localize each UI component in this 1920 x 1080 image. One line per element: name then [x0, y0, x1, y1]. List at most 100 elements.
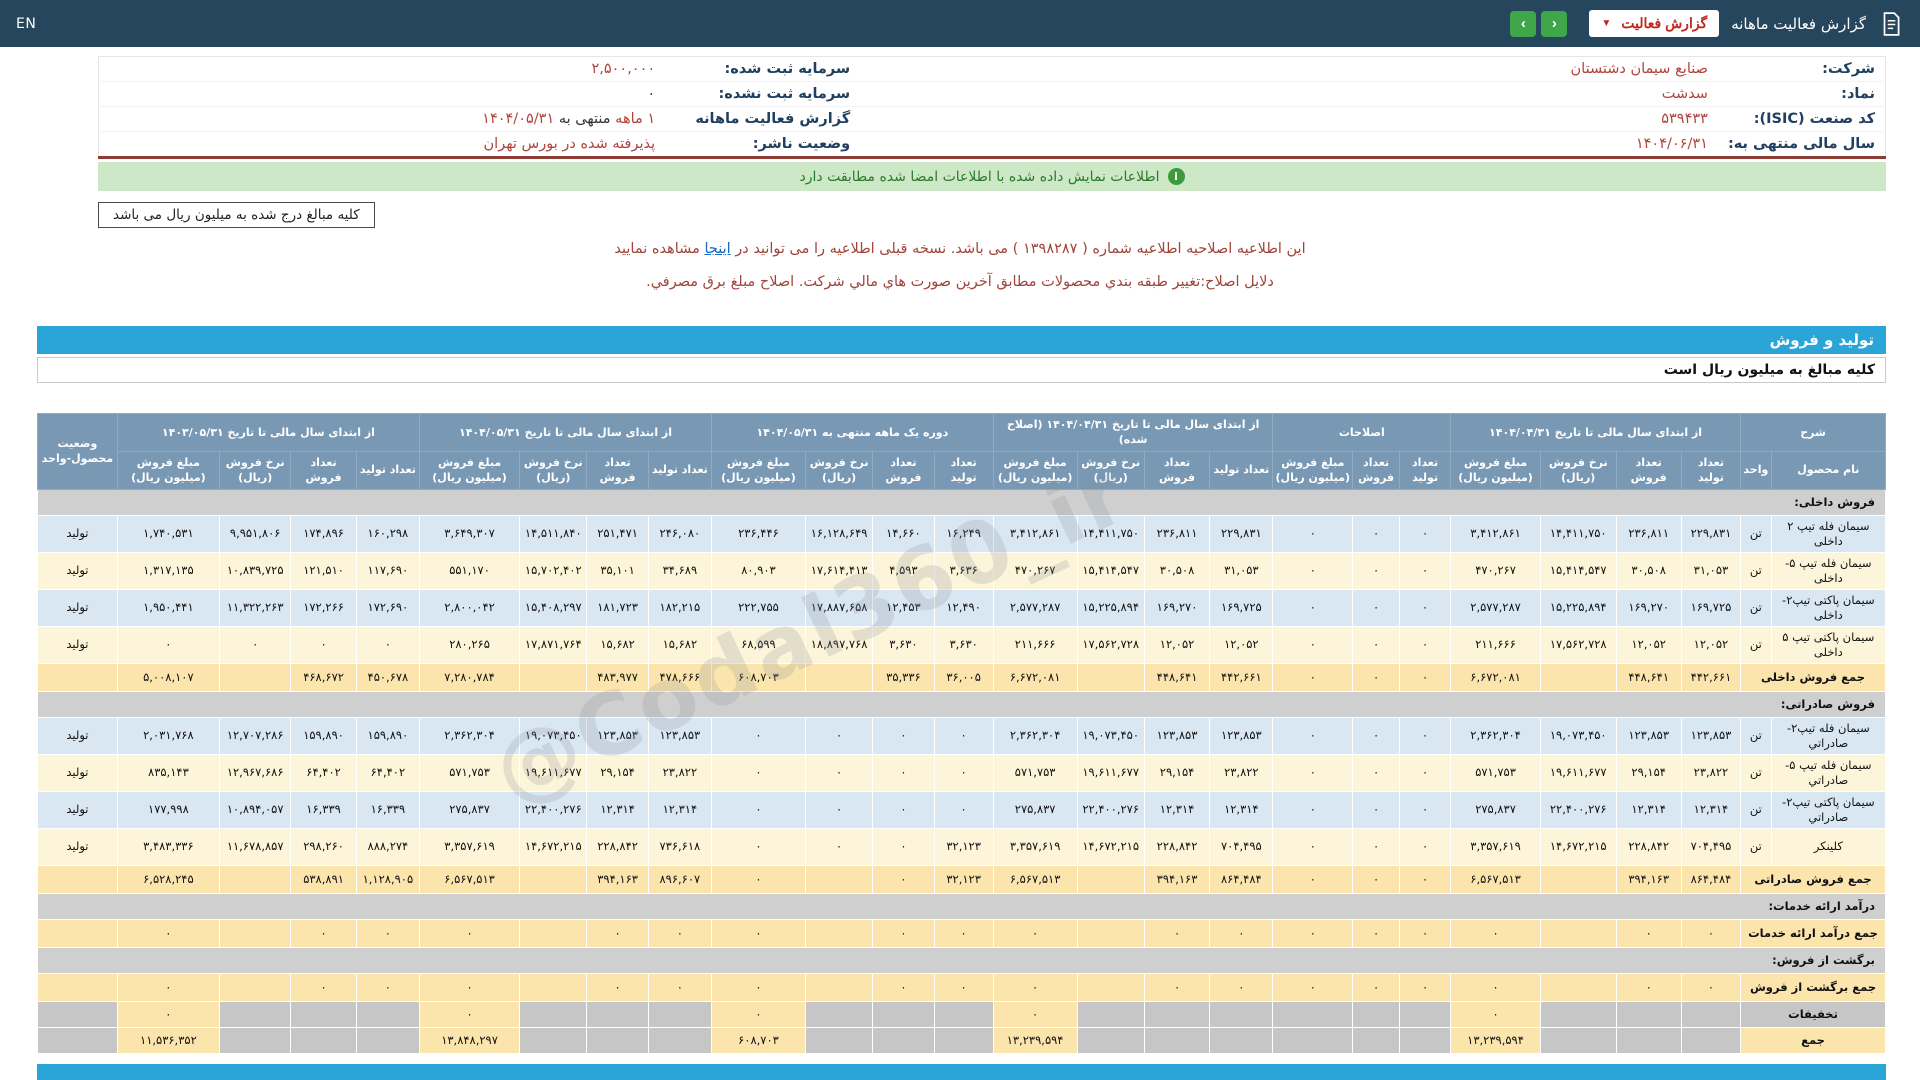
amendment-line1-post: مشاهده نمایید: [614, 241, 700, 257]
value-cell: [1143, 1026, 1211, 1054]
value-cell: ۰: [1272, 864, 1354, 894]
value-cell: ۳۶,۰۰۵: [933, 662, 994, 692]
value-cell: ۰: [116, 972, 220, 1002]
page-title: گزارش فعالیت ماهانه: [1731, 14, 1866, 33]
value-cell: ۰: [1352, 514, 1401, 553]
language-switch-en[interactable]: EN: [16, 16, 36, 32]
value-cell: ۳,۴۱۲,۸۶۱: [992, 514, 1078, 553]
value-cell: ۱۵,۴۱۴,۵۴۷: [1076, 551, 1145, 590]
subheader-sale-amount: مبلغ فروش (میلیون ریال): [116, 450, 220, 490]
value-cell: ۲۱۱,۶۶۶: [1450, 625, 1541, 664]
value-cell: ۱۶,۲۴۹: [933, 514, 994, 553]
value-cell: ۰: [419, 972, 521, 1002]
value-cell: ۱۲,۴۵۳: [872, 588, 935, 627]
value-cell: [1076, 972, 1145, 1002]
amendment-line2: دلایل اصلاح:تغییر طبقه بندي محصولات مطاب…: [646, 274, 1274, 290]
next-report-button[interactable]: ›: [1510, 10, 1537, 37]
value-cell: ۳۵,۱۰۱: [586, 551, 649, 590]
value-cell: ۱۲۳,۸۵۳: [1615, 716, 1682, 755]
value-cell: ۲۷۵,۸۳۷: [1450, 790, 1541, 829]
value-cell: ۶۸,۵۹۹: [711, 625, 806, 664]
value-cell: ۶,۵۶۷,۵۱۳: [1450, 864, 1541, 894]
value-cell: ۰: [711, 753, 806, 792]
value-cell: [933, 1000, 994, 1028]
note-box-row: کلیه مبالغ درج شده به میلیون ریال می باش…: [98, 202, 1886, 228]
value-cell: ۰: [1450, 972, 1541, 1002]
signed-data-notice: i اطلاعات نمایش داده شده با اطلاعات امضا…: [98, 162, 1886, 191]
value-cell: [1272, 1000, 1354, 1028]
value-cell: ۱۶۹,۲۷۰: [1615, 588, 1682, 627]
value-cell: ۰: [1680, 918, 1742, 948]
value-cell: [1399, 1026, 1452, 1054]
status-cell: تولید: [37, 716, 118, 755]
section-label: فروش صادراتی:: [37, 690, 1886, 718]
value-cell: [1352, 1000, 1401, 1028]
value-cell: ۲۲۸,۸۴۲: [1615, 827, 1682, 866]
value-cell: ۰: [1399, 662, 1452, 692]
value-cell: ۲۲۸,۸۴۲: [586, 827, 649, 866]
value-cell: ۰: [1209, 918, 1274, 948]
value-cell: ۰: [933, 790, 994, 829]
value-cell: ۱۲,۷۰۷,۲۸۶: [218, 716, 292, 755]
company-info-body: شرکت: صنایع سیمان دشتستان سرمایه ثبت شده: ۲…: [98, 56, 1886, 158]
status-cell: تولید: [37, 827, 118, 866]
value-cell: ۵۷۱,۷۵۳: [992, 753, 1078, 792]
value-cell: ۰: [933, 972, 994, 1002]
value-cell: ۰: [872, 716, 935, 755]
value-cell: ۰: [1615, 972, 1682, 1002]
value-cell: ۰: [1272, 551, 1354, 590]
value-cell: [1539, 918, 1617, 948]
value-cell: [804, 1000, 874, 1028]
value-cell: [1143, 1000, 1211, 1028]
value-cell: ۰: [419, 1000, 521, 1028]
status-cell: [37, 1000, 118, 1028]
value-cell: ۰: [711, 972, 806, 1002]
value-cell: ۰: [1272, 716, 1354, 755]
value-cell: ۱۷۷,۹۹۸: [116, 790, 220, 829]
previous-report-button[interactable]: ‹: [1541, 10, 1568, 37]
value-cell: ۳,۶۴۹,۳۰۷: [419, 514, 521, 553]
value-cell: ۳,۶۳۶: [933, 551, 994, 590]
value-cell: [804, 918, 874, 948]
value-cell: ۰: [1399, 790, 1452, 829]
value-cell: [586, 1000, 649, 1028]
value-cell: [1076, 864, 1145, 894]
info-label: سرمایه ثبت شده:: [665, 56, 861, 82]
value-cell: ۲۲۹,۸۳۱: [1680, 514, 1742, 553]
product-row: سیمان فله تیپ۲- صادراتي تن ۱۲۳,۸۵۳ ۱۲۳,۸۵۳ ۱…: [37, 716, 1887, 755]
value-cell: ۰: [1399, 514, 1452, 553]
previous-version-link[interactable]: اینجا: [704, 241, 730, 257]
product-row: سیمان پاکتی تیپ۲- صادراتي تن ۱۲,۳۱۴ ۱۲,۳۱۴ ۲…: [37, 790, 1887, 829]
value-cell: ۵۵۱,۱۷۰: [419, 551, 521, 590]
value-cell: ۱۴,۴۱۱,۷۵۰: [1539, 514, 1617, 553]
amounts-unit-row: کلیه مبالغ به میلیون ریال است: [37, 357, 1886, 383]
unit-cell: تن: [1740, 551, 1772, 590]
total-row: جمع فروش داخلی ۴۴۲,۶۶۱ ۴۴۸,۶۴۱ ۶,۶۷۲,۰۸۱ ۰ ۰ ۰…: [37, 662, 1886, 692]
info-label: وضعیت ناشر:: [665, 131, 861, 158]
report-type-dropdown[interactable]: گزارش فعالیت ▼: [1589, 10, 1720, 37]
value-cell: ۲۹,۱۵۴: [1615, 753, 1682, 792]
value-cell: ۰: [1352, 551, 1401, 590]
value-cell: ۱۵۹,۸۹۰: [290, 716, 357, 755]
col-status: وضعیت محصول-واحد: [37, 413, 118, 490]
status-cell: تولید: [37, 625, 118, 664]
value-cell: ۲۳۶,۴۴۶: [711, 514, 806, 553]
col-group-ytd-1404-05: از ابتدای سال مالی تا تاریخ ۱۴۰۴/۰۵/۳۱: [419, 413, 712, 452]
value-cell: ۰: [1143, 972, 1211, 1002]
value-cell: ۰: [1399, 864, 1452, 894]
info-value: ۱ ماهه منتهی به ۱۴۰۴/۰۵/۳۱: [98, 106, 666, 132]
status-cell: [37, 864, 118, 894]
info-label: شرکت:: [1717, 56, 1886, 82]
value-cell: ۰: [1272, 790, 1354, 829]
product-row: سیمان پاکتی تیپ ۵ داخلی تن ۱۲,۰۵۲ ۱۲,۰۵۲ ۱۷,…: [37, 625, 1887, 664]
value-cell: ۳۰,۵۰۸: [1143, 551, 1211, 590]
info-row: نماد: سدشت سرمایه ثبت نشده: ۰: [98, 81, 1886, 107]
value-cell: ۲۳۶,۸۱۱: [1615, 514, 1682, 553]
col-group-ytd-1404-04: از ابتدای سال مالی تا تاریخ ۱۴۰۴/۰۴/۳۱: [1450, 413, 1742, 452]
value-cell: ۱۲,۴۹۰: [933, 588, 994, 627]
value-cell: ۰: [1450, 918, 1541, 948]
value-cell: ۴۸۳,۹۷۷: [586, 662, 649, 692]
value-cell: ۳۲,۱۲۳: [933, 864, 994, 894]
subheader-product-name: نام محصول: [1770, 450, 1887, 490]
value-cell: ۱۱,۶۷۸,۸۵۷: [218, 827, 292, 866]
